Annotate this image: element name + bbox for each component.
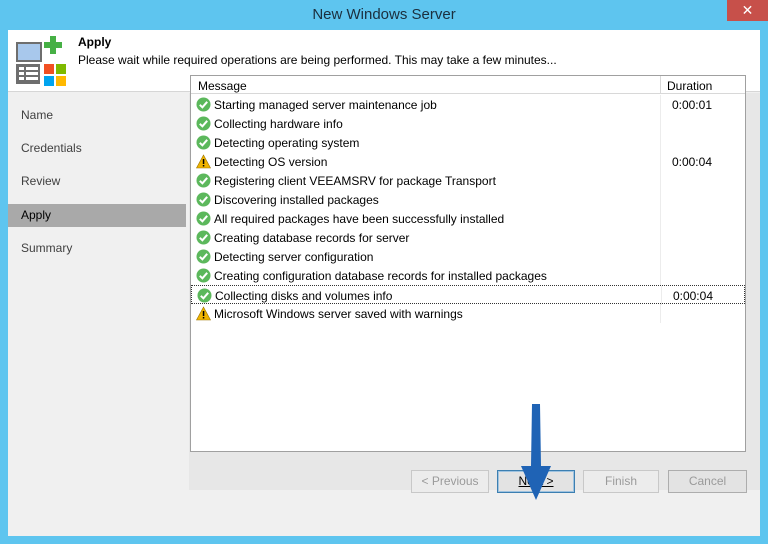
column-header-message[interactable]: Message (198, 79, 247, 93)
row-message: Registering client VEEAMSRV for package … (214, 174, 496, 188)
row-message: Detecting server configuration (214, 250, 374, 264)
column-divider (660, 228, 661, 247)
close-icon: ✕ (741, 2, 754, 18)
table-row[interactable]: Collecting hardware info (191, 114, 745, 133)
warning-icon (196, 154, 211, 169)
column-divider (660, 266, 661, 285)
success-check-icon (196, 268, 211, 283)
wizard-steps-nav: Name Credentials Review Apply Summary (8, 93, 188, 490)
close-button[interactable]: ✕ (727, 0, 768, 21)
column-divider (660, 304, 661, 323)
column-separator[interactable] (660, 76, 661, 94)
table-row[interactable]: Microsoft Windows server saved with warn… (191, 304, 745, 323)
server-add-icon (16, 36, 66, 86)
title-bar: New Windows Server ✕ (0, 0, 768, 30)
warning-icon (196, 306, 211, 321)
table-row[interactable]: Registering client VEEAMSRV for package … (191, 171, 745, 190)
cancel-button[interactable]: Cancel (668, 470, 747, 493)
column-divider (660, 133, 661, 152)
operations-log-grid[interactable]: Message Duration Starting managed server… (190, 75, 746, 452)
table-row[interactable]: Creating configuration database records … (191, 266, 745, 285)
table-row[interactable]: Detecting OS version 0:00:04 (191, 152, 745, 171)
row-message: Collecting hardware info (214, 117, 343, 131)
nav-item-review[interactable]: Review (8, 170, 186, 193)
wizard-window: New Windows Server ✕ Apply Please wait w… (0, 0, 768, 544)
row-duration: 0:00:04 (671, 155, 712, 169)
column-divider (660, 190, 661, 209)
row-message: Creating database records for server (214, 231, 410, 245)
column-divider (660, 171, 661, 190)
step-description: Please wait while required operations ar… (78, 53, 557, 67)
success-check-icon (196, 192, 211, 207)
row-message: Starting managed server maintenance job (214, 98, 437, 112)
table-row[interactable]: Starting managed server maintenance job 0… (191, 95, 745, 114)
success-check-icon (196, 230, 211, 245)
success-check-icon (196, 173, 211, 188)
window-title: New Windows Server (312, 6, 456, 23)
column-divider (660, 209, 661, 228)
row-message: Detecting operating system (214, 136, 360, 150)
nav-item-summary[interactable]: Summary (8, 237, 186, 260)
row-message: All required packages have been successf… (214, 212, 505, 226)
table-row[interactable]: Detecting server configuration (191, 247, 745, 266)
success-check-icon (197, 288, 212, 303)
table-row[interactable]: Creating database records for server (191, 228, 745, 247)
row-message: Detecting OS version (214, 155, 328, 169)
row-message: Discovering installed packages (214, 193, 379, 207)
table-row[interactable]: All required packages have been successf… (191, 209, 745, 228)
row-duration: 0:00:01 (671, 98, 712, 112)
nav-item-name[interactable]: Name (8, 104, 186, 127)
previous-button[interactable]: < Previous (411, 470, 489, 493)
step-title: Apply (78, 35, 112, 49)
nav-item-apply[interactable]: Apply (8, 204, 186, 227)
success-check-icon (196, 116, 211, 131)
down-arrow-annotation-icon (521, 404, 551, 500)
column-header-duration[interactable]: Duration (667, 79, 712, 93)
table-row[interactable]: Detecting operating system (191, 133, 745, 152)
row-message: Creating configuration database records … (214, 269, 547, 283)
grid-header: Message Duration (191, 76, 745, 94)
column-divider (660, 114, 661, 133)
success-check-icon (196, 249, 211, 264)
table-row[interactable]: Collecting disks and volumes info 0:00:04 (191, 285, 745, 305)
row-duration: 0:00:04 (672, 289, 713, 303)
success-check-icon (196, 135, 211, 150)
row-message: Collecting disks and volumes info (215, 289, 393, 303)
column-divider (660, 247, 661, 266)
row-message: Microsoft Windows server saved with warn… (214, 307, 463, 321)
nav-item-credentials[interactable]: Credentials (8, 137, 186, 160)
success-check-icon (196, 211, 211, 226)
table-row[interactable]: Discovering installed packages (191, 190, 745, 209)
success-check-icon (196, 97, 211, 112)
wizard-footer: < Previous Next > Finish Cancel (8, 460, 760, 506)
finish-button[interactable]: Finish (583, 470, 659, 493)
